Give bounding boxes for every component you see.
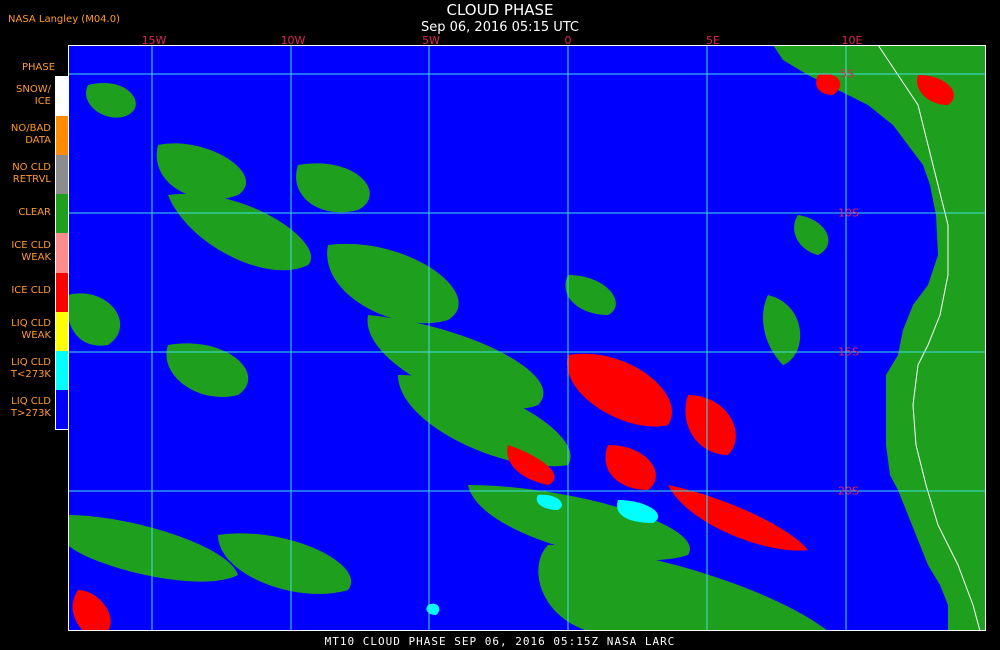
legend-label: LIQ CLD T<273K: [10, 357, 51, 381]
lon-label-10w: 10W: [280, 34, 306, 47]
legend-label: ICE CLD WEAK: [11, 240, 51, 263]
legend-label: SNOW/ ICE: [16, 83, 51, 107]
lon-label-10e: 10E: [841, 34, 863, 47]
legend-label: CLEAR: [18, 206, 51, 218]
lat-label-5s: 5S: [840, 67, 854, 81]
map-title: CLOUD PHASE: [446, 1, 554, 19]
lon-label-5w: 5W: [422, 34, 440, 47]
legend-label: LIQ CLD WEAK: [11, 318, 51, 342]
ocean-background: [68, 45, 986, 631]
lon-label-15w: 15W: [141, 34, 167, 47]
lon-label-0: 0: [564, 34, 572, 47]
lat-label-20s: 20S: [838, 484, 859, 498]
legend-label: NO/BAD DATA: [10, 122, 51, 146]
lon-label-5e: 5E: [706, 34, 720, 47]
legend-label: LIQ CLD T>273K: [10, 396, 51, 420]
legend-label: ICE CLD: [11, 285, 51, 297]
map-timestamp: Sep 06, 2016 05:15 UTC: [420, 20, 580, 35]
footer-caption: MT10 CLOUD PHASE SEP 06, 2016 05:15Z NAS…: [324, 635, 676, 648]
legend-title: PHASE: [22, 62, 56, 73]
cloud-phase-map: [68, 45, 986, 631]
legend-label: NO CLD RETRVL: [12, 161, 51, 185]
producer-label: NASA Langley (M04.0): [8, 14, 120, 25]
lat-label-15s: 15S: [838, 345, 859, 359]
lat-label-10s: 10S: [838, 206, 859, 220]
